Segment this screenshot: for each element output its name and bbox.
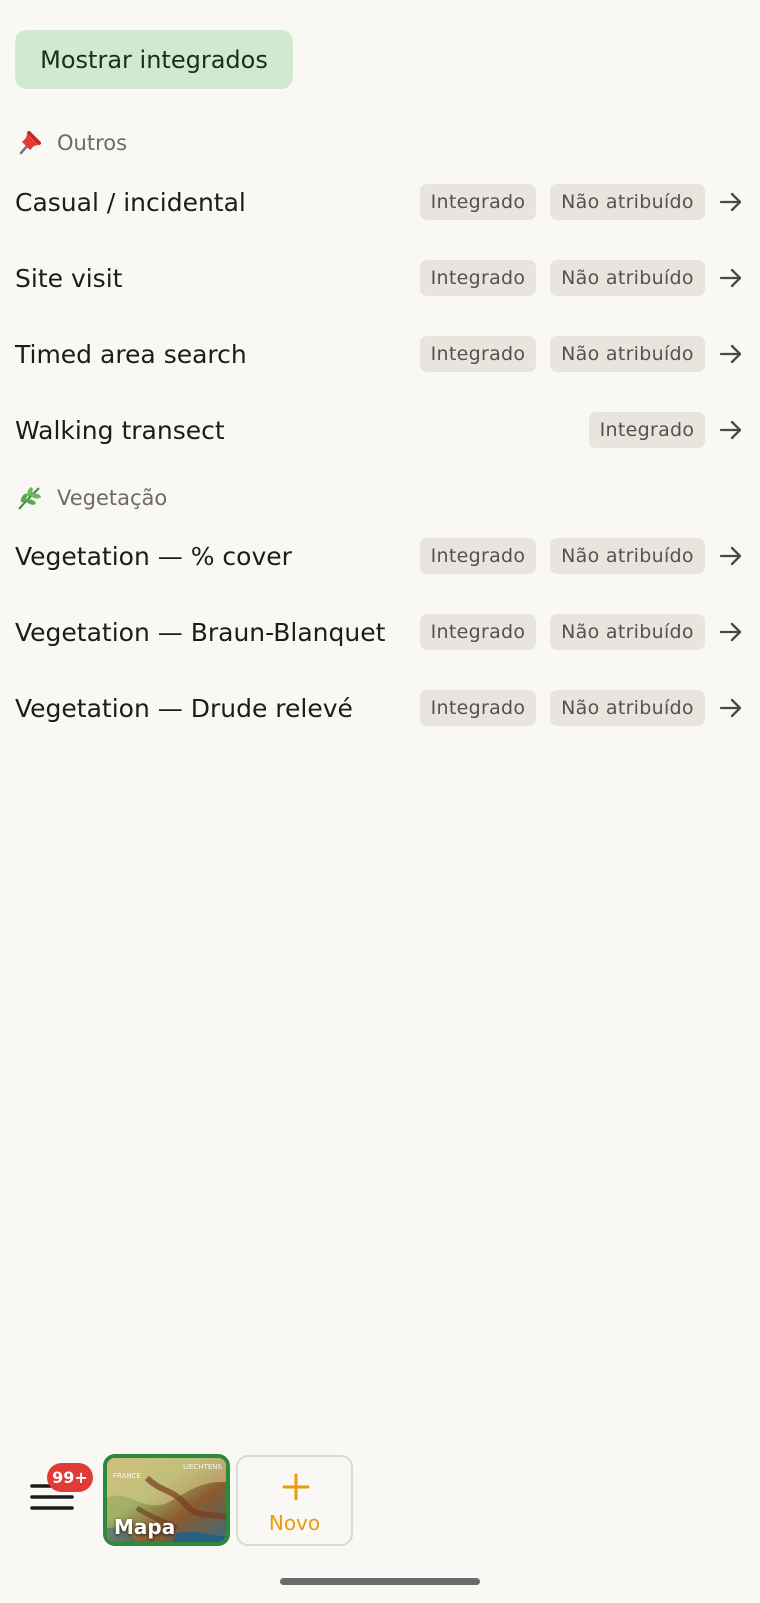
section-label: Vegetação — [57, 486, 168, 510]
list-item[interactable]: Site visit Integrado Não atribuído — [0, 243, 760, 313]
arrow-right-icon[interactable] — [718, 417, 744, 443]
status-chip-integrated: Integrado — [420, 336, 536, 372]
list-item-title: Vegetation — Drude relevé — [15, 693, 353, 723]
arrow-right-icon[interactable] — [718, 265, 744, 291]
map-region-label: LIECHTENS — [183, 1463, 222, 1471]
list-item[interactable]: Vegetation — % cover Integrado Não atrib… — [0, 521, 760, 591]
arrow-right-icon[interactable] — [718, 543, 744, 569]
list-item-title: Vegetation — Braun-Blanquet — [15, 617, 386, 647]
list-item[interactable]: Walking transect Integrado — [0, 395, 760, 465]
status-chip-integrated: Integrado — [420, 184, 536, 220]
status-chip-integrated: Integrado — [589, 412, 705, 448]
herb-icon — [18, 487, 41, 510]
arrow-right-icon[interactable] — [718, 189, 744, 215]
list-item[interactable]: Vegetation — Drude relevé Integrado Não … — [0, 673, 760, 743]
arrow-right-icon[interactable] — [718, 619, 744, 645]
arrow-right-icon[interactable] — [718, 341, 744, 367]
list-item-title: Walking transect — [15, 415, 225, 445]
show-integrated-label: Mostrar integrados — [40, 45, 268, 74]
notification-badge: 99+ — [47, 1463, 93, 1492]
status-chip-unassigned: Não atribuído — [550, 538, 705, 574]
status-chip-unassigned: Não atribuído — [550, 260, 705, 296]
status-chip-integrated: Integrado — [420, 690, 536, 726]
section-label: Outros — [57, 131, 128, 155]
list-item-title: Timed area search — [15, 339, 247, 369]
map-region-label: FRANCE — [113, 1472, 141, 1480]
plus-icon — [282, 1473, 310, 1501]
show-integrated-toggle-button[interactable]: Mostrar integrados — [15, 30, 293, 89]
status-chip-unassigned: Não atribuído — [550, 614, 705, 650]
list-item-title: Site visit — [15, 263, 123, 293]
status-chip-unassigned: Não atribuído — [550, 336, 705, 372]
map-button-label: Mapa — [114, 1515, 176, 1539]
status-chip-integrated: Integrado — [420, 260, 536, 296]
home-indicator[interactable] — [280, 1578, 480, 1585]
list-item[interactable]: Vegetation — Braun-Blanquet Integrado Nã… — [0, 597, 760, 667]
section-header-vegetacao: Vegetação — [15, 482, 167, 514]
pushpin-icon — [19, 131, 41, 155]
status-chip-unassigned: Não atribuído — [550, 690, 705, 726]
status-chip-unassigned: Não atribuído — [550, 184, 705, 220]
new-button[interactable]: Novo — [236, 1455, 353, 1546]
list-item-title: Casual / incidental — [15, 187, 246, 217]
status-chip-integrated: Integrado — [420, 614, 536, 650]
status-chip-integrated: Integrado — [420, 538, 536, 574]
section-header-outros: Outros — [15, 127, 127, 159]
list-item[interactable]: Timed area search Integrado Não atribuíd… — [0, 319, 760, 389]
map-button[interactable]: FRANCE LIECHTENS Mapa — [103, 1454, 230, 1546]
list-item-title: Vegetation — % cover — [15, 541, 292, 571]
list-item[interactable]: Casual / incidental Integrado Não atribu… — [0, 167, 760, 237]
new-button-label: Novo — [268, 1511, 321, 1535]
arrow-right-icon[interactable] — [718, 695, 744, 721]
